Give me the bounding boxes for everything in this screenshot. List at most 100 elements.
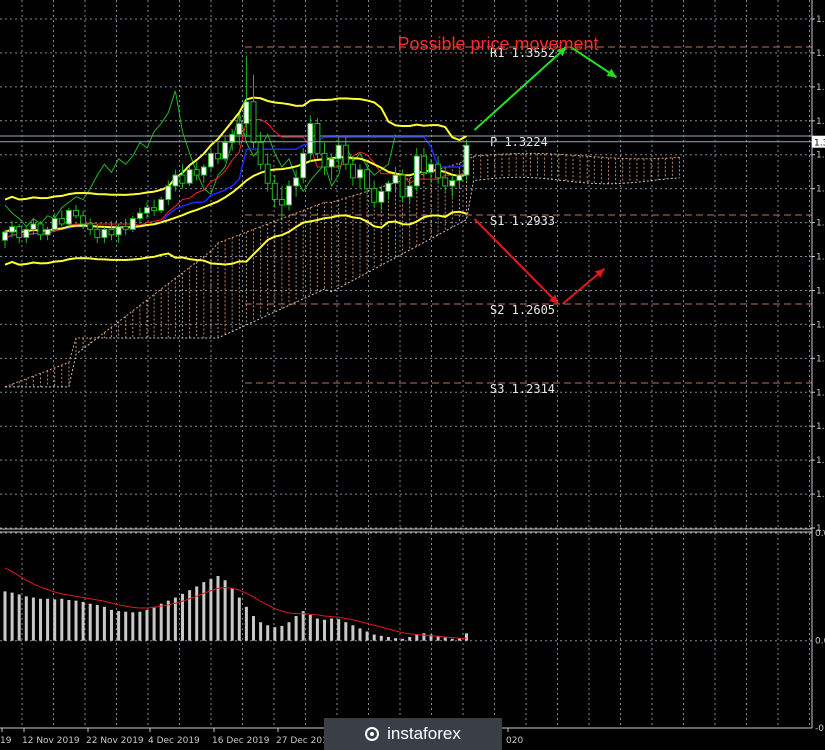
price-tick-label: 1.2530 [816,320,825,330]
candle-body [136,212,143,220]
macd-bar [394,638,397,641]
macd-tick-label: 0.00 [815,637,825,647]
candle-body [122,226,129,230]
candle-body [94,228,101,239]
watermark-logo: instaforex [324,718,502,750]
candle-body [357,169,363,179]
macd-bar [195,586,199,641]
senkou-span-b [5,176,680,388]
macd-bar [422,633,426,641]
candlesticks [2,55,470,249]
macd-bar [252,616,255,641]
macd-bar [365,631,369,641]
candle-body [30,223,37,230]
price-tick-label: 1.2905 [816,219,825,229]
candle-body [342,144,349,165]
candle-body [371,188,378,203]
candle-body [449,180,456,187]
macd-bar [323,619,326,641]
macd-bar [117,611,121,641]
macd-bar [301,611,305,641]
macd-bar [344,622,348,641]
candle-body [413,155,420,187]
candle-body [172,174,179,187]
macd-bar [465,633,468,641]
candle-body [165,185,172,201]
candle-body [293,177,300,187]
date-tick-label: 19 [0,736,12,746]
macd-bar [46,598,50,641]
candle-body [9,226,16,233]
macd-bar [131,612,135,641]
candle-body [207,152,214,168]
candle-body [257,142,264,165]
macd-bar [372,634,376,641]
macd-bar [308,614,312,641]
candle-body [321,152,328,168]
candle-body [335,144,342,160]
candle-body [179,174,186,184]
macd-bar [358,628,362,641]
macd-bar [53,599,57,641]
candle-body [264,163,271,184]
macd-bar [95,604,99,641]
candle-body [44,228,51,236]
arrow-down-s2 [473,218,560,305]
macd-bar [273,627,277,641]
price-tick-label: 1.2780 [816,253,825,263]
date-tick-label: 12 Nov 2019 [22,736,80,746]
candle-body [200,166,207,176]
chart-title: Possible price movement [397,34,598,54]
candle-body [392,174,399,184]
candle-body [65,209,72,225]
price-tick-label: 1.3280 [816,117,825,127]
date-tick-label: 16 Dec 2019 [212,736,270,746]
date-tick-label: 4 Dec 2019 [148,736,200,746]
macd-bar [386,637,390,641]
candle-body [399,174,406,198]
macd-bar [173,597,177,641]
candle-body [23,228,30,239]
macd-bar [244,606,248,641]
macd-bar [152,606,156,641]
price-tick-label: 1.3530 [816,49,825,59]
instaforex-logo-icon [365,727,380,741]
macd-bar [230,588,234,641]
candle-body [364,169,371,190]
candle-body [463,144,470,176]
watermark-text: instaforex [387,724,461,743]
macd-bar [237,597,241,641]
macd-bar [287,622,291,641]
candle-body [406,185,413,198]
candle-body [250,101,257,144]
kijun-sen-line [4,136,467,240]
macd-bar [443,637,447,641]
price-tick-label: 1.2655 [816,286,825,296]
macd-bar [330,618,334,641]
candle-body [144,207,150,214]
macd-bar [337,619,341,641]
pivot-levels: R1 1.3552P 1.3224S1 1.2933S2 1.2605S3 1.… [0,46,812,396]
price-tick-label: 1.2155 [816,422,825,432]
current-price-label: 1.3203 [814,139,825,149]
macd-bar [74,600,78,641]
trading-chart[interactable]: R1 1.3552P 1.3224S1 1.2933S2 1.2605S3 1.… [0,0,825,750]
candle-body [286,185,292,206]
candle-body [101,228,108,239]
candle-body [314,123,321,154]
level-label-s3: S3 1.2314 [490,382,555,396]
macd-bar [24,596,28,641]
candle-body [37,223,44,236]
macd-bar [60,598,64,641]
date-tick-label: 020 [506,736,523,746]
macd-bar [166,600,170,641]
macd-bar [216,575,220,641]
forecast-arrows [473,46,618,305]
macd-bar [159,603,163,641]
candle-body [80,215,87,225]
macd-bar [10,592,14,641]
candle-body [108,228,115,236]
candle-body [51,218,58,230]
macd-bar [17,594,21,641]
candle-body [58,218,65,225]
